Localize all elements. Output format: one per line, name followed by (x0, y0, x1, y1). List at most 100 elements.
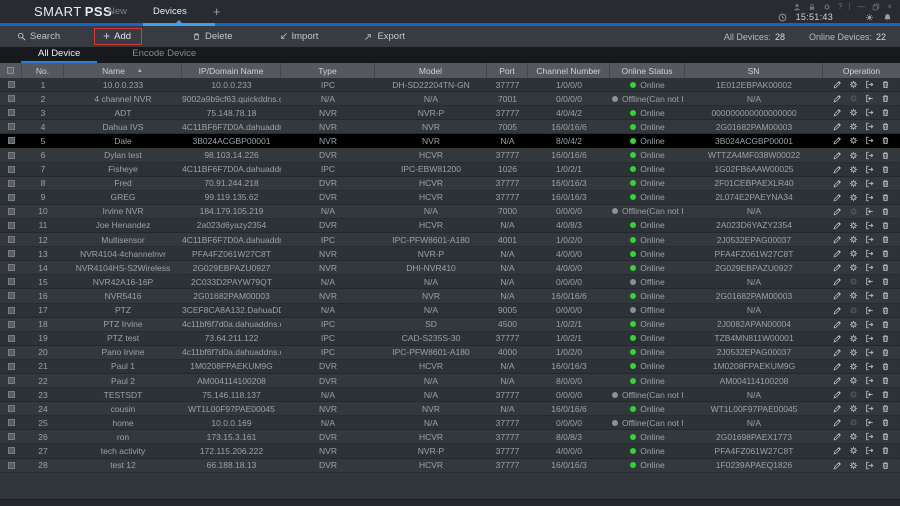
delete-icon[interactable] (881, 136, 890, 145)
delete-icon[interactable] (881, 362, 890, 371)
gear-icon[interactable] (823, 3, 831, 11)
settings-icon[interactable] (849, 376, 858, 385)
row-checkbox[interactable] (0, 402, 22, 415)
row-checkbox[interactable] (0, 275, 22, 288)
logout-icon[interactable] (865, 404, 874, 413)
search-button[interactable]: Search (17, 31, 60, 42)
edit-icon[interactable] (833, 334, 842, 343)
edit-icon[interactable] (833, 179, 842, 188)
column-header-model[interactable]: Model (375, 63, 487, 78)
row-checkbox[interactable] (0, 388, 22, 401)
row-checkbox[interactable] (0, 148, 22, 161)
settings-icon[interactable] (849, 306, 858, 315)
table-row[interactable]: 15NVR42A16-16P2C033D2PAYW79QTN/AN/AN/A0/… (0, 275, 900, 289)
table-row[interactable]: 4Dahua IVS4C11BF6F7D0A.dahuaddns.comNVRN… (0, 120, 900, 134)
settings-icon[interactable] (849, 108, 858, 117)
add-tab-button[interactable]: + (213, 7, 221, 17)
row-checkbox[interactable] (0, 374, 22, 387)
settings-icon[interactable] (849, 320, 858, 329)
delete-icon[interactable] (881, 306, 890, 315)
edit-icon[interactable] (833, 362, 842, 371)
logout-icon[interactable] (865, 80, 874, 89)
logout-icon[interactable] (865, 193, 874, 202)
logout-icon[interactable] (865, 446, 874, 455)
settings-icon[interactable] (849, 362, 858, 371)
delete-icon[interactable] (881, 348, 890, 357)
edit-icon[interactable] (833, 235, 842, 244)
logout-icon[interactable] (865, 221, 874, 230)
row-checkbox[interactable] (0, 444, 22, 457)
delete-icon[interactable] (881, 179, 890, 188)
login-icon[interactable] (865, 94, 874, 103)
edit-icon[interactable] (833, 221, 842, 230)
delete-icon[interactable] (881, 235, 890, 244)
table-row[interactable]: 28test 1266.188.18.13DVRHCVR3777716/0/16… (0, 459, 900, 473)
table-row[interactable]: 11Joe Henandez2a023d6yazy2354DVRHCVRN/A4… (0, 219, 900, 233)
row-checkbox[interactable] (0, 92, 22, 105)
settings-icon[interactable] (849, 334, 858, 343)
delete-icon[interactable] (881, 193, 890, 202)
settings-icon[interactable] (849, 390, 858, 399)
edit-icon[interactable] (833, 151, 842, 160)
table-row[interactable]: 25home10.0.0.169N/AN/A377770/0/0/0Offlin… (0, 416, 900, 430)
settings-icon[interactable] (849, 165, 858, 174)
logout-icon[interactable] (865, 348, 874, 357)
row-checkbox[interactable] (0, 205, 22, 218)
delete-icon[interactable] (881, 165, 890, 174)
table-row[interactable]: 22Paul 2AM004114100208DVRN/AN/A8/0/0/0On… (0, 374, 900, 388)
column-header-name[interactable]: Name▲ (64, 63, 182, 78)
edit-icon[interactable] (833, 348, 842, 357)
table-row[interactable]: 7Fisheye4C11BF6F7D0A.dahuaddns.comIPCIPC… (0, 163, 900, 177)
table-row[interactable]: 5Dale3B024ACGBP00001NVRNVRN/A8/0/4/2Onli… (0, 134, 900, 148)
row-checkbox[interactable] (0, 416, 22, 429)
table-row[interactable]: 10Irvine NVR184.179.105.219N/AN/A70000/0… (0, 205, 900, 219)
row-checkbox[interactable] (0, 304, 22, 317)
logout-icon[interactable] (865, 362, 874, 371)
alarm-config-icon[interactable] (865, 13, 874, 22)
logout-icon[interactable] (865, 179, 874, 188)
sort-asc-icon[interactable]: ▲ (137, 68, 143, 74)
import-button[interactable]: Import (279, 31, 319, 42)
table-row[interactable]: 13NVR4104-4channelnvrPFA4FZ061W27C8TNVRN… (0, 247, 900, 261)
edit-icon[interactable] (833, 320, 842, 329)
table-row[interactable]: 19PTZ test73.64.211.122IPCCAD-S235S-3037… (0, 332, 900, 346)
lock-icon[interactable] (808, 3, 816, 11)
table-row[interactable]: 16NVR54162G01682PAM00003NVRNVRN/A16/0/16… (0, 289, 900, 303)
row-checkbox[interactable] (0, 163, 22, 176)
settings-icon[interactable] (849, 461, 858, 470)
delete-icon[interactable] (881, 263, 890, 272)
help-icon[interactable]: ? (838, 3, 842, 11)
row-checkbox[interactable] (0, 106, 22, 119)
logout-icon[interactable] (865, 334, 874, 343)
settings-icon[interactable] (849, 348, 858, 357)
table-row[interactable]: 26ron173.15.3.161DVRHCVR377778/0/8/3Onli… (0, 430, 900, 444)
delete-icon[interactable] (881, 151, 890, 160)
row-checkbox[interactable] (0, 430, 22, 443)
edit-icon[interactable] (833, 165, 842, 174)
table-row[interactable]: 21Paul 11M0208FPAEKUM9GDVRHCVRN/A16/0/16… (0, 360, 900, 374)
logout-icon[interactable] (865, 291, 874, 300)
delete-icon[interactable] (881, 277, 890, 286)
delete-icon[interactable] (881, 446, 890, 455)
edit-icon[interactable] (833, 306, 842, 315)
table-row[interactable]: 9GREG99.119.135.62DVRHCVR3777716/0/16/3O… (0, 191, 900, 205)
table-row[interactable]: 20Pano Irvine4c11bf6f7d0a.dahuaddns.comI… (0, 346, 900, 360)
delete-icon[interactable] (881, 461, 890, 470)
delete-icon[interactable] (881, 418, 890, 427)
settings-icon[interactable] (849, 446, 858, 455)
edit-icon[interactable] (833, 136, 842, 145)
row-checkbox[interactable] (0, 219, 22, 232)
settings-icon[interactable] (849, 277, 858, 286)
row-checkbox[interactable] (0, 247, 22, 260)
login-icon[interactable] (865, 306, 874, 315)
horizontal-scrollbar-track[interactable] (0, 499, 900, 506)
row-checkbox[interactable] (0, 318, 22, 331)
edit-icon[interactable] (833, 207, 842, 216)
edit-icon[interactable] (833, 376, 842, 385)
table-row[interactable]: 27tech activity172.115.206.222NVRNVR-P37… (0, 444, 900, 458)
edit-icon[interactable] (833, 461, 842, 470)
delete-icon[interactable] (881, 94, 890, 103)
tab-devices[interactable]: Devices (153, 6, 187, 17)
table-row[interactable]: 8Fred70.91.244.218DVRHCVR3777716/0/16/3O… (0, 177, 900, 191)
edit-icon[interactable] (833, 193, 842, 202)
